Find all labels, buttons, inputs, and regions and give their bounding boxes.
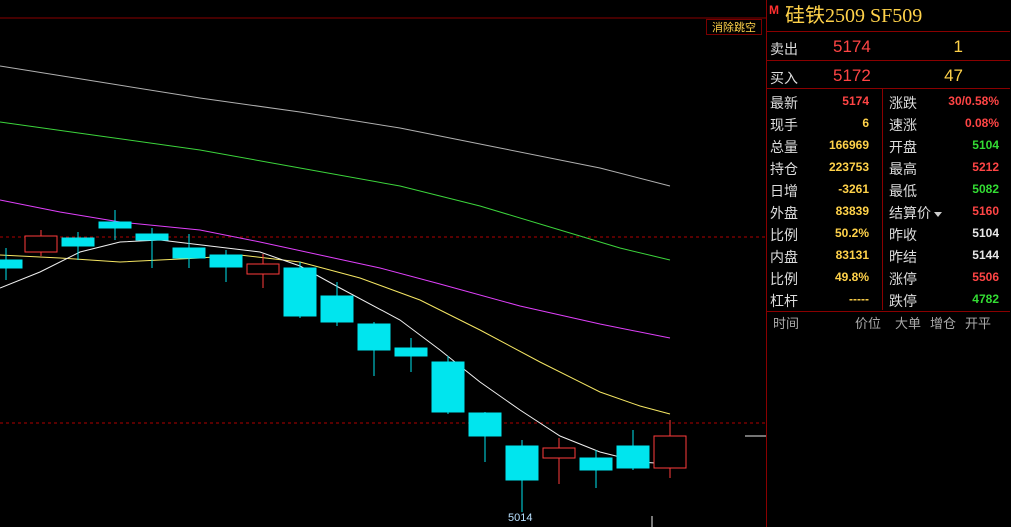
orderbook-bid-row[interactable]: 买入 5172 47 xyxy=(767,62,1010,90)
stat-value: 5144 xyxy=(972,248,999,262)
stat-label: 最新 xyxy=(770,95,798,111)
candle-down xyxy=(172,247,206,259)
stat-label: 最低 xyxy=(889,183,917,199)
stat-label: 昨收 xyxy=(889,227,917,243)
header-time: 时间 xyxy=(773,316,800,331)
stat-label: 昨结 xyxy=(889,249,917,265)
ask-price: 5174 xyxy=(833,37,871,56)
ma-line-green xyxy=(0,121,671,261)
stat-label: 涨跌 xyxy=(889,95,917,111)
quote-panel: M 硅铁2509 SF509 卖出 5174 1 买入 5172 47 最新 51… xyxy=(766,0,1011,527)
candle-down xyxy=(394,347,428,357)
stat-label: 内盘 xyxy=(770,249,798,265)
contract-title: 硅铁2509 SF509 xyxy=(785,5,923,27)
stat-value: -3261 xyxy=(838,182,869,196)
candle-down xyxy=(98,221,132,229)
market-marker-badge[interactable]: M xyxy=(769,3,781,17)
stat-value: 5104 xyxy=(972,138,999,152)
quote-row: 比例 49.8% 涨停 5506 xyxy=(767,266,1010,288)
candle-down xyxy=(0,259,23,269)
quote-row: 总量 166969 开盘 5104 xyxy=(767,134,1010,156)
quote-row: 外盘 83839 结算价 5160 xyxy=(767,200,1010,222)
stat-value: 166969 xyxy=(828,138,869,152)
quote-row: 最新 5174 涨跌 30/0.58% xyxy=(767,90,1010,112)
quote-row: 日增 -3261 最低 5082 xyxy=(767,178,1010,200)
stat-value: 5174 xyxy=(842,94,869,108)
quote-row: 杠杆 ----- 跌停 4782 xyxy=(767,288,1010,310)
low-price-label: 5014 xyxy=(508,512,533,524)
candle-down xyxy=(283,267,317,317)
divider xyxy=(767,88,1010,89)
stat-label: 外盘 xyxy=(770,205,798,221)
stat-value: 83839 xyxy=(835,204,869,218)
orderbook-ask-row[interactable]: 卖出 5174 1 xyxy=(767,33,1010,61)
candle-up xyxy=(246,263,280,275)
header-price: 价位 xyxy=(855,316,882,331)
divider xyxy=(767,31,1010,32)
tick-table-header: 时间 价位 大单 增仓 开平 xyxy=(767,313,1010,333)
ask-volume: 1 xyxy=(953,37,963,56)
stat-label: 开盘 xyxy=(889,139,917,155)
candle-down xyxy=(61,237,95,247)
stat-label: 杠杆 xyxy=(770,293,798,309)
quote-row: 内盘 83131 昨结 5144 xyxy=(767,244,1010,266)
quote-row: 现手 6 速涨 0.08% xyxy=(767,112,1010,134)
stat-label: 日增 xyxy=(770,183,798,199)
stat-value: 50.2% xyxy=(834,226,869,240)
candle-up xyxy=(542,447,576,459)
stat-value: ----- xyxy=(849,292,869,306)
stat-label: 现手 xyxy=(770,117,798,133)
stat-value: 49.8% xyxy=(834,270,869,284)
bid-volume: 47 xyxy=(944,66,963,85)
header-oi-change: 增仓 xyxy=(930,316,957,331)
stat-value: 5212 xyxy=(972,160,999,174)
stat-value: 5160 xyxy=(972,204,999,218)
stat-value: 0.08% xyxy=(964,116,999,130)
stat-value: 5506 xyxy=(972,270,999,284)
stat-label: 比例 xyxy=(770,271,798,287)
stat-label: 持仓 xyxy=(770,161,798,177)
divider xyxy=(767,311,1010,312)
candle-down xyxy=(357,323,391,351)
stat-value: 5104 xyxy=(972,226,999,240)
quote-row: 持仓 223753 最高 5212 xyxy=(767,156,1010,178)
stat-label: 跌停 xyxy=(889,293,917,309)
clear-gap-button[interactable]: 消除跳空 xyxy=(706,19,762,35)
candle-down xyxy=(468,412,502,437)
candle-down xyxy=(209,254,243,268)
stat-label: 最高 xyxy=(889,161,917,177)
candle-down xyxy=(135,233,169,241)
ma-line-yellow xyxy=(0,254,671,415)
quote-row: 比例 50.2% 昨收 5104 xyxy=(767,222,1010,244)
ma-line-gray xyxy=(0,65,671,187)
candle-up xyxy=(653,435,687,469)
stat-value: 6 xyxy=(862,116,869,130)
kline-chart[interactable]: 消除跳空 5014 xyxy=(0,0,766,527)
stat-label: 速涨 xyxy=(889,117,917,133)
stat-value: 5082 xyxy=(972,182,999,196)
ma-line-white xyxy=(0,239,671,465)
bid-price: 5172 xyxy=(833,66,871,85)
candle-down xyxy=(431,361,465,413)
stat-value: 30/0.58% xyxy=(948,94,999,108)
column-divider xyxy=(882,88,883,310)
stat-label: 总量 xyxy=(770,139,798,155)
ask-label: 卖出 xyxy=(770,41,798,57)
candle-down xyxy=(579,457,613,471)
candle-up xyxy=(24,235,58,253)
candle-down xyxy=(505,445,539,481)
stat-label: 涨停 xyxy=(889,271,917,287)
candle-down xyxy=(320,295,354,323)
bid-label: 买入 xyxy=(770,70,798,86)
candle-down xyxy=(616,445,650,469)
stat-value: 4782 xyxy=(972,292,999,306)
kline-svg[interactable] xyxy=(0,0,766,527)
stat-label: 比例 xyxy=(770,227,798,243)
stat-value: 83131 xyxy=(835,248,869,262)
header-big-order: 大单 xyxy=(895,316,922,331)
stat-value: 223753 xyxy=(828,160,869,174)
divider xyxy=(767,60,1010,61)
header-open-close: 开平 xyxy=(965,316,992,331)
